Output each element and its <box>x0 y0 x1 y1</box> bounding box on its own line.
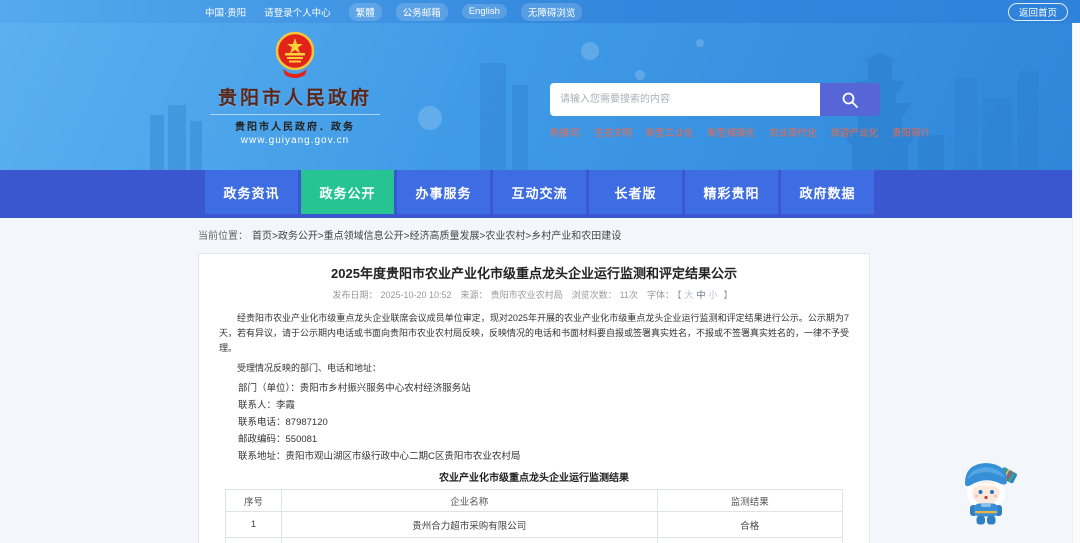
breadcrumb-path[interactable]: 首页>政务公开>重点领域信息公开>经济高质量发展>农业农村>乡村产业和农田建设 <box>252 231 621 242</box>
nav-tab-政务公开[interactable]: 政务公开 <box>301 170 394 214</box>
national-emblem-icon <box>275 31 315 78</box>
hot-search-row: 热搜词： 生态文明 新型工业化 新型城镇化 农业现代化 旅游产业化 贵阳简介 <box>550 125 930 139</box>
content-area: 当前位置： 首页>政务公开>重点领域信息公开>经济高质量发展>农业农村>乡村产业和… <box>0 218 1080 543</box>
scrollbar-track[interactable] <box>1072 23 1080 543</box>
nav-tab-办事服务[interactable]: 办事服务 <box>397 170 490 214</box>
table-cell: 合格 <box>656 537 843 543</box>
hot-search-word[interactable]: 新型城镇化 <box>708 128 756 139</box>
hot-search-label: 热搜词： <box>550 128 589 139</box>
breadcrumb-label: 当前位置： <box>198 231 248 242</box>
hot-search-word[interactable]: 生态文明 <box>594 128 632 139</box>
search-button[interactable] <box>820 83 880 116</box>
contact-line: 联系地址：贵阳市观山湖区市级行政中心二期C区贵阳市农业农村局 <box>238 451 521 462</box>
article-title: 2025年度贵阳市农业产业化市级重点龙头企业运行监测和评定结果公示 <box>331 266 737 281</box>
mascot-icon <box>965 463 1017 525</box>
topbar-link-6[interactable]: 无障碍浏览 <box>520 2 583 21</box>
publish-date-label: 发布日期： <box>332 290 378 300</box>
hot-search-word[interactable]: 旅游产业化 <box>831 128 879 139</box>
table-row: 1 贵州合力超市采购有限公司 合格 <box>225 511 843 538</box>
nav-tab-精彩贵阳[interactable]: 精彩贵阳 <box>685 170 778 214</box>
table-caption: 农业产业化市级重点龙头企业运行监测结果 <box>439 473 629 484</box>
bracket: 】 <box>723 290 733 300</box>
cityscape-silhouette <box>150 39 1038 170</box>
hot-search-word[interactable]: 新型工业化 <box>646 128 694 139</box>
contact-line: 联系人：李霞 <box>238 400 296 411</box>
topbar: 中国·贵阳 请登录个人中心 繁體 公务邮箱 English 无障碍浏览 返回首页 <box>0 0 1080 24</box>
site-logo[interactable]: 贵阳市人民政府 贵阳市人民政府．政务 www.guiyang.gov.cn <box>210 31 380 146</box>
contact-line: 邮政编码：550081 <box>238 434 318 445</box>
topbar-link-1[interactable]: 中国·贵阳 <box>205 5 246 19</box>
return-home-button[interactable]: 返回首页 <box>1007 2 1068 21</box>
banner: 贵阳市人民政府 贵阳市人民政府．政务 www.guiyang.gov.cn 热搜… <box>0 23 1080 170</box>
monitoring-result-table: 序号企业名称监测结果 1贵州合力超市采购有限公司合格2贵州友禾种业有限公司合格3… <box>225 489 843 543</box>
table-header-cell: 序号 <box>225 489 282 512</box>
source-label: 来源： <box>460 290 488 300</box>
search-input[interactable] <box>550 83 820 116</box>
table-cell: 1 <box>225 511 282 538</box>
topbar-link-3[interactable]: 繁體 <box>348 2 382 21</box>
hot-search-word[interactable]: 农业现代化 <box>769 128 817 139</box>
font-size-button[interactable]: 小 <box>709 290 718 300</box>
table-cell: 贵州友禾种业有限公司 <box>280 537 658 543</box>
table-cell: 贵州合力超市采购有限公司 <box>280 511 658 538</box>
nav-tab-互动交流[interactable]: 互动交流 <box>493 170 586 214</box>
site-subtitle: 贵阳市人民政府．政务 <box>210 114 380 133</box>
nav-tab-政务资讯[interactable]: 政务资讯 <box>205 170 298 214</box>
article-paragraph: 受理情况反映的部门、电话和地址： <box>237 363 382 373</box>
contact-line: 部门（单位）：贵阳市乡村振兴服务中心农村经济服务站 <box>238 383 471 394</box>
font-size-button[interactable]: 中 <box>696 290 705 300</box>
source: 贵阳市农业农村局 <box>490 290 563 300</box>
article-meta: 发布日期： 2025-10-20 10:52 来源： 贵阳市农业农村局 浏览次数： 11次… <box>219 288 849 301</box>
site-url: www.guiyang.gov.cn <box>240 135 350 146</box>
nav-tab-长者版[interactable]: 长者版 <box>589 170 682 214</box>
breadcrumb[interactable]: 当前位置： 首页>政务公开>重点领域信息公开>经济高质量发展>农业农村>乡村产业和… <box>198 227 621 242</box>
font-size-label: 字体： <box>646 290 674 300</box>
page: 中国·贵阳 请登录个人中心 繁體公务邮箱 English 无障碍浏览 返回首页 <box>0 0 1080 543</box>
mascot-assistant[interactable] <box>956 455 1020 525</box>
article-card: 2025年度贵阳市农业产业化市级重点龙头企业运行监测和评定结果公示 发布日期： 2… <box>198 253 870 543</box>
bracket: 【 <box>676 290 682 300</box>
views-label: 浏览次数： <box>571 290 617 300</box>
hot-search-word[interactable]: 贵阳简介 <box>892 128 930 139</box>
site-title: 贵阳市人民政府 <box>217 88 372 109</box>
table-header-cell: 监测结果 <box>656 489 843 512</box>
table-header-cell: 企业名称 <box>280 489 658 512</box>
main-nav: 政务资讯 政务公开 办事服务 互动交流 长者版 精彩贵阳 政府数据 <box>0 170 1080 218</box>
article-paragraph: 经贵阳市农业产业化市级重点龙头企业联席会议成员单位审定，现对2025年开展的农业… <box>219 313 850 353</box>
topbar-link-5[interactable]: English <box>461 4 507 19</box>
contact-line: 联系电话：87987120 <box>238 417 328 428</box>
table-row: 2贵州友禾种业有限公司合格 <box>225 537 843 543</box>
topbar-link-4[interactable]: 公务邮箱 <box>395 2 448 21</box>
topbar-link-2[interactable]: 请登录个人中心 <box>264 5 331 19</box>
search-icon <box>842 92 858 108</box>
views: 11次 <box>619 290 638 300</box>
nav-tab-政府数据[interactable]: 政府数据 <box>781 170 874 214</box>
table-cell: 合格 <box>656 511 843 538</box>
font-size-button[interactable]: 大 <box>684 290 693 300</box>
publish-date: 2025-10-20 10:52 <box>380 290 452 300</box>
table-cell: 2 <box>225 537 282 543</box>
